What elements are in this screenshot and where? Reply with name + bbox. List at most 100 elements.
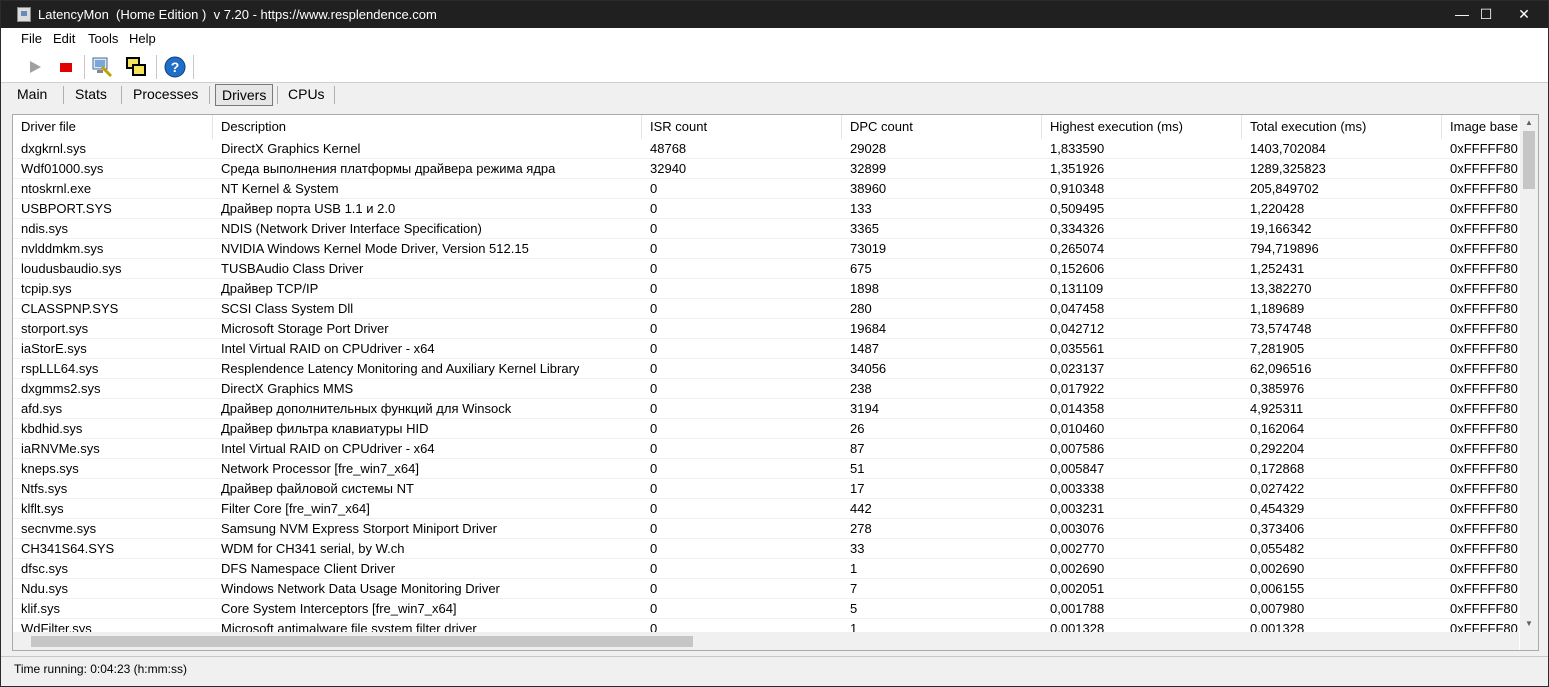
column-header-highest-execution[interactable]: Highest execution (ms) — [1042, 115, 1242, 139]
table-row[interactable]: klif.sys Core System Interceptors [fre_wi… — [13, 599, 1519, 619]
table-row[interactable]: iaStorE.sys Intel Virtual RAID on CPUdriv… — [13, 339, 1519, 359]
tab-separator — [63, 86, 64, 104]
tab-stats[interactable]: Stats — [69, 84, 113, 106]
toolbar-separator — [193, 55, 194, 79]
table-row[interactable]: tcpip.sys Драйвер TCP/IP 0 1898 0,131109 13,3… — [13, 279, 1519, 299]
monitor-search-icon[interactable] — [90, 55, 114, 79]
cell-highest-execution: 0,014358 — [1050, 401, 1105, 416]
cell-driver-file: klflt.sys — [21, 501, 64, 516]
table-row[interactable]: iaRNVMe.sys Intel Virtual RAID on CPUdriv… — [13, 439, 1519, 459]
cell-dpc-count: 278 — [850, 521, 872, 536]
column-header-description[interactable]: Description — [213, 115, 642, 139]
table-row[interactable]: dfsc.sys DFS Namespace Client Driver 0 1 0,0… — [13, 559, 1519, 579]
cell-total-execution: 19,166342 — [1250, 221, 1312, 236]
cell-isr-count: 0 — [650, 541, 658, 556]
table-row[interactable]: ntoskrnl.exe NT Kernel & System 0 38960 0,91… — [13, 179, 1519, 199]
scroll-up-icon[interactable]: ▲ — [1520, 116, 1538, 130]
cell-image-base: 0xFFFFF80 — [1450, 241, 1518, 256]
cell-description: WDM for CH341 serial, by W.ch — [221, 541, 405, 556]
tab-separator — [121, 86, 122, 104]
cell-description: Драйвер TCP/IP — [221, 281, 319, 296]
table-row[interactable]: Wdf01000.sys Среда выполнения платформы д… — [13, 159, 1519, 179]
table-row[interactable]: loudusbaudio.sys TUSBAudio Class Driver 0 6… — [13, 259, 1519, 279]
column-header-isr-count[interactable]: ISR count — [642, 115, 842, 139]
cell-description: Samsung NVM Express Storport Miniport Dr… — [221, 521, 497, 536]
table-row[interactable]: USBPORT.SYS Драйвер порта USB 1.1 и 2.0 0 1… — [13, 199, 1519, 219]
cell-highest-execution: 0,023137 — [1050, 361, 1105, 376]
column-header-dpc-count[interactable]: DPC count — [842, 115, 1042, 139]
horizontal-scrollbar[interactable] — [13, 632, 1519, 650]
close-button[interactable]: ✕ — [1501, 1, 1547, 28]
cell-dpc-count: 73019 — [850, 241, 887, 256]
scroll-down-icon[interactable]: ▼ — [1520, 617, 1538, 631]
cell-image-base: 0xFFFFF80 — [1450, 221, 1518, 236]
cell-isr-count: 0 — [650, 341, 658, 356]
vertical-scroll-thumb[interactable] — [1523, 131, 1535, 189]
cell-total-execution: 0,292204 — [1250, 441, 1305, 456]
cell-isr-count: 0 — [650, 481, 658, 496]
cell-highest-execution: 0,509495 — [1050, 201, 1105, 216]
stop-icon[interactable] — [54, 55, 78, 79]
table-row[interactable]: Ndu.sys Windows Network Data Usage Monito… — [13, 579, 1519, 599]
table-row[interactable]: ndis.sys NDIS (Network Driver Interface S… — [13, 219, 1519, 239]
menu-tools[interactable]: Tools — [88, 31, 118, 46]
svg-text:?: ? — [171, 59, 180, 75]
cell-highest-execution: 0,035561 — [1050, 341, 1105, 356]
table-row[interactable]: CH341S64.SYS WDM for CH341 serial, by W.c… — [13, 539, 1519, 559]
cell-driver-file: storport.sys — [21, 321, 89, 336]
table-row[interactable]: storport.sys Microsoft Storage Port Drive… — [13, 319, 1519, 339]
cell-description: Network Processor [fre_win7_x64] — [221, 461, 419, 476]
cell-image-base: 0xFFFFF80 — [1450, 401, 1518, 416]
menu-file[interactable]: File — [21, 31, 42, 46]
cell-dpc-count: 32899 — [850, 161, 887, 176]
tab-drivers[interactable]: Drivers — [215, 84, 274, 106]
column-header-image-base[interactable]: Image base — [1442, 115, 1532, 139]
app-icon — [17, 7, 31, 22]
cell-image-base: 0xFFFFF80 — [1450, 321, 1518, 336]
cell-description: Microsoft Storage Port Driver — [221, 321, 389, 336]
tab-processes[interactable]: Processes — [127, 84, 204, 106]
table-row[interactable]: rspLLL64.sys Resplendence Latency Monitor… — [13, 359, 1519, 379]
cell-image-base: 0xFFFFF80 — [1450, 501, 1518, 516]
table-row[interactable]: Ntfs.sys Драйвер файловой системы NT 0 17 0,… — [13, 479, 1519, 499]
cell-driver-file: kneps.sys — [21, 461, 79, 476]
menu-edit[interactable]: Edit — [53, 31, 75, 46]
vertical-scrollbar[interactable]: ▲ ▼ — [1520, 115, 1538, 632]
window-title: LatencyMon (Home Edition ) v 7.20 - http… — [38, 7, 437, 22]
toolbar-separator — [84, 55, 85, 79]
menu-help[interactable]: Help — [129, 31, 156, 46]
drivers-list[interactable]: Driver file Description ISR count DPC count… — [12, 114, 1539, 651]
table-row[interactable]: afd.sys Драйвер дополнительных функций дл… — [13, 399, 1519, 419]
tab-separator — [334, 86, 335, 104]
windows-icon[interactable] — [124, 55, 148, 79]
table-row[interactable]: nvlddmkm.sys NVIDIA Windows Kernel Mode D… — [13, 239, 1519, 259]
tab-cpus[interactable]: CPUs — [282, 84, 331, 106]
cell-highest-execution: 0,152606 — [1050, 261, 1105, 276]
cell-isr-count: 0 — [650, 221, 658, 236]
cell-image-base: 0xFFFFF80 — [1450, 201, 1518, 216]
cell-highest-execution: 0,910348 — [1050, 181, 1105, 196]
menu-bar: File Edit Tools Help — [1, 28, 1548, 50]
horizontal-scroll-thumb[interactable] — [31, 636, 693, 647]
table-row[interactable]: dxgmms2.sys DirectX Graphics MMS 0 238 0,017… — [13, 379, 1519, 399]
table-row[interactable]: CLASSPNP.SYS SCSI Class System Dll 0 280 0,0… — [13, 299, 1519, 319]
play-icon[interactable] — [23, 55, 47, 79]
table-row[interactable]: kbdhid.sys Драйвер фильтра клавиатуры HID… — [13, 419, 1519, 439]
column-header-total-execution[interactable]: Total execution (ms) — [1242, 115, 1442, 139]
tab-main[interactable]: Main — [11, 84, 53, 106]
cell-image-base: 0xFFFFF80 — [1450, 301, 1518, 316]
cell-driver-file: klif.sys — [21, 601, 60, 616]
table-row[interactable]: dxgkrnl.sys DirectX Graphics Kernel 48768 2… — [13, 139, 1519, 159]
cell-total-execution: 1,252431 — [1250, 261, 1305, 276]
cell-driver-file: USBPORT.SYS — [21, 201, 112, 216]
cell-image-base: 0xFFFFF80 — [1450, 341, 1518, 356]
cell-highest-execution: 0,002770 — [1050, 541, 1105, 556]
help-icon[interactable]: ? — [163, 55, 187, 79]
column-header-driver-file[interactable]: Driver file — [13, 115, 213, 139]
cell-highest-execution: 0,265074 — [1050, 241, 1105, 256]
table-row[interactable]: kneps.sys Network Processor [fre_win7_x64… — [13, 459, 1519, 479]
cell-total-execution: 4,925311 — [1250, 401, 1304, 416]
table-row[interactable]: klflt.sys Filter Core [fre_win7_x64] 0 442 0… — [13, 499, 1519, 519]
toolbar-separator — [156, 55, 157, 79]
table-row[interactable]: secnvme.sys Samsung NVM Express Storport … — [13, 519, 1519, 539]
